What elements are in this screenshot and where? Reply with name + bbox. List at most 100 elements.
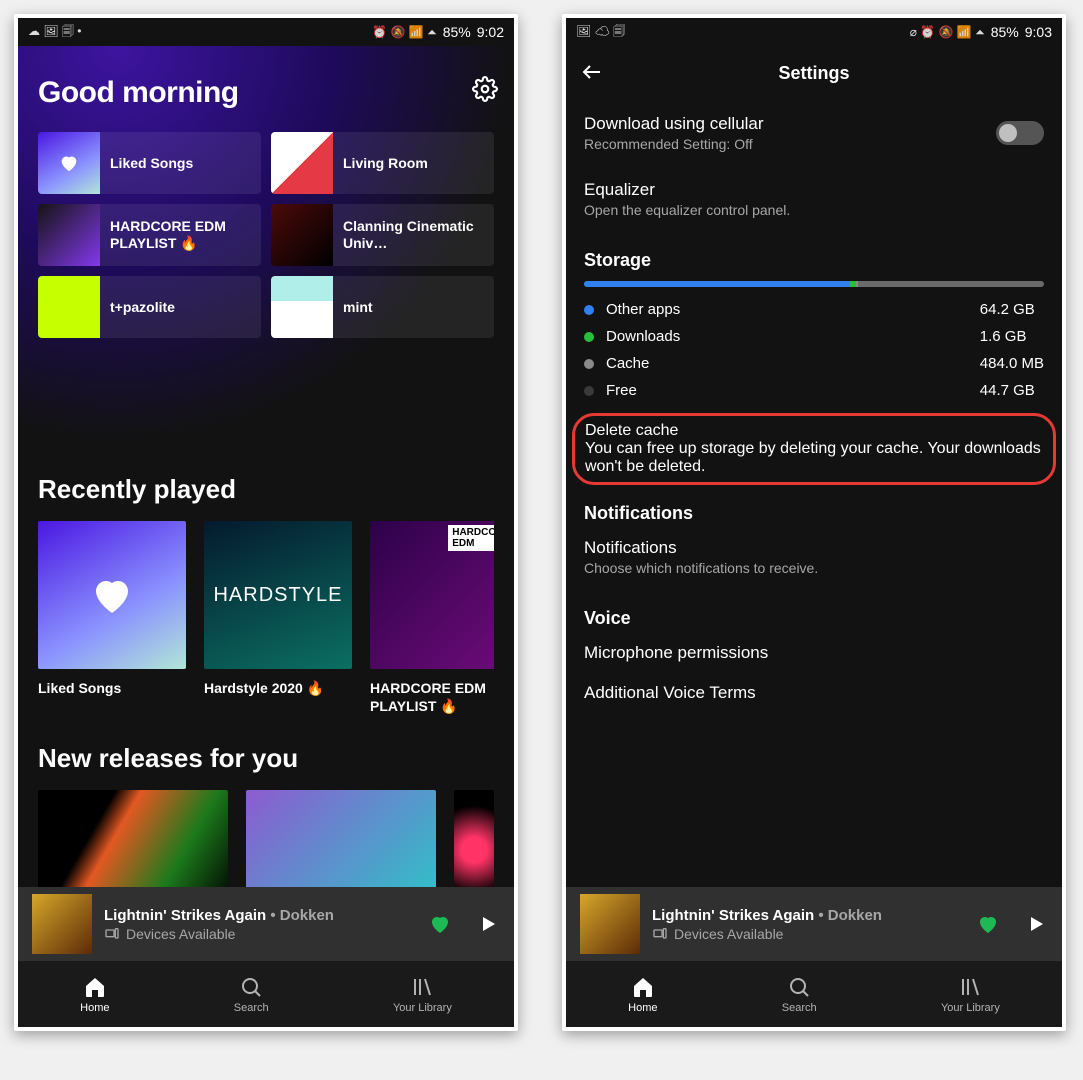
legend-value: 44.7 GB — [980, 382, 1044, 399]
devices-icon — [652, 926, 668, 942]
nav-library[interactable]: Your Library — [393, 975, 452, 1014]
settings-header: Settings — [566, 46, 1062, 100]
quick-item-tpazolite[interactable]: t+pazolite — [38, 276, 261, 338]
quick-item-label: Liked Songs — [100, 155, 203, 172]
library-icon — [410, 975, 434, 999]
like-button[interactable] — [428, 912, 452, 936]
quick-item-mint[interactable]: mint — [271, 276, 494, 338]
bottom-nav: Home Search Your Library — [566, 961, 1062, 1027]
setting-notifications[interactable]: Notifications Choose which notifications… — [584, 524, 1044, 590]
legend-dot — [584, 305, 594, 315]
screenshot-settings: 🖼 ☁ 🗐 ⌀ ⏰ 🔕 📶 ⏶ 85% 9:03 Settings Downlo… — [562, 14, 1066, 1031]
quick-item-living-room[interactable]: Living Room — [271, 132, 494, 194]
storage-heading: Storage — [584, 232, 1044, 271]
album-art — [38, 204, 100, 266]
legend-label: Downloads — [606, 328, 968, 345]
legend-label: Free — [606, 382, 968, 399]
track-name: Lightnin' Strikes Again — [104, 907, 266, 924]
nav-home[interactable]: Home — [80, 975, 109, 1014]
now-playing-art — [580, 894, 640, 954]
quick-item-hardcore-edm[interactable]: HARDCORE EDM PLAYLIST 🔥 — [38, 204, 261, 266]
devices-icon — [104, 926, 120, 942]
recent-card-hardcore-edm[interactable]: HARDCOREEDM HARDCORE EDM PLAYLIST 🔥 — [370, 521, 494, 715]
quick-item-label: mint — [333, 299, 383, 316]
devices-available[interactable]: Devices Available — [104, 926, 416, 942]
setting-subtitle: Open the equalizer control panel. — [584, 202, 1044, 218]
home-icon — [631, 975, 655, 999]
section-recently-played: Recently played — [38, 474, 494, 505]
storage-legend: Other apps 64.2 GB Downloads 1.6 GB Cach… — [584, 301, 1044, 399]
delete-cache-title: Delete cache — [585, 422, 1043, 440]
storage-seg-cache — [856, 281, 858, 287]
greeting-title: Good morning — [38, 76, 494, 110]
storage-bar — [584, 281, 1044, 287]
quick-item-clanning[interactable]: Clanning Cinematic Univ… — [271, 204, 494, 266]
status-time: 9:03 — [1025, 24, 1052, 40]
legend-value: 1.6 GB — [980, 328, 1044, 345]
section-new-releases: New releases for you — [38, 743, 494, 774]
status-right-icons: ⌀ ⏰ 🔕 📶 ⏶ — [910, 25, 985, 40]
nav-search[interactable]: Search — [782, 975, 817, 1014]
status-time: 9:02 — [477, 24, 504, 40]
album-art — [271, 132, 333, 194]
card-title: Hardstyle 2020 🔥 — [204, 679, 352, 697]
download-cellular-toggle[interactable] — [996, 121, 1044, 145]
now-playing-bar[interactable]: Lightnin' Strikes Again • Dokken Devices… — [18, 887, 514, 961]
delete-cache-highlighted[interactable]: Delete cache You can free up storage by … — [572, 413, 1056, 485]
album-art: HARDCOREEDM — [370, 521, 494, 669]
play-button[interactable] — [1024, 912, 1048, 936]
setting-microphone-permissions[interactable]: Microphone permissions — [584, 629, 1044, 677]
legend-dot — [584, 386, 594, 396]
setting-title: Additional Voice Terms — [584, 683, 1044, 703]
status-right-icons: ⏰ 🔕 📶 ⏶ — [372, 25, 436, 40]
setting-title: Notifications — [584, 538, 1044, 558]
setting-voice-terms[interactable]: Additional Voice Terms — [584, 677, 1044, 717]
nav-library[interactable]: Your Library — [941, 975, 1000, 1014]
storage-seg-other — [584, 281, 850, 287]
nav-home[interactable]: Home — [628, 975, 657, 1014]
quick-item-label: Living Room — [333, 155, 438, 172]
setting-subtitle: Recommended Setting: Off — [584, 136, 982, 152]
status-left-icons: ☁ 🖼 🗐 • — [28, 22, 81, 43]
legend-dot — [584, 359, 594, 369]
play-button[interactable] — [476, 912, 500, 936]
heart-icon — [88, 571, 136, 619]
search-icon — [787, 975, 811, 999]
setting-subtitle: Choose which notifications to receive. — [584, 560, 1044, 576]
album-art — [38, 132, 100, 194]
now-playing-art — [32, 894, 92, 954]
heart-icon — [58, 152, 80, 174]
delete-cache-subtitle: You can free up storage by deleting your… — [585, 440, 1043, 476]
setting-equalizer[interactable]: Equalizer Open the equalizer control pan… — [584, 166, 1044, 232]
album-art: HARDSTYLE — [204, 521, 352, 669]
album-art — [271, 204, 333, 266]
recent-card-hardstyle[interactable]: HARDSTYLE Hardstyle 2020 🔥 — [204, 521, 352, 715]
quick-item-label: Clanning Cinematic Univ… — [333, 218, 494, 252]
home-icon — [83, 975, 107, 999]
album-art — [38, 276, 100, 338]
now-playing-bar[interactable]: Lightnin' Strikes Again • Dokken Devices… — [566, 887, 1062, 961]
legend-label: Other apps — [606, 301, 968, 318]
voice-heading: Voice — [584, 590, 1044, 629]
track-artist: • Dokken — [814, 907, 882, 924]
recent-card-liked-songs[interactable]: Liked Songs — [38, 521, 186, 715]
card-title: Liked Songs — [38, 679, 186, 697]
library-icon — [958, 975, 982, 999]
setting-download-cellular[interactable]: Download using cellular Recommended Sett… — [584, 100, 1044, 166]
devices-available[interactable]: Devices Available — [652, 926, 964, 942]
status-bar: ☁ 🖼 🗐 • ⏰ 🔕 📶 ⏶ 85% 9:02 — [18, 18, 514, 46]
recently-played-row[interactable]: Liked Songs HARDSTYLE Hardstyle 2020 🔥 H… — [38, 521, 494, 715]
arrow-left-icon — [580, 60, 604, 84]
setting-title: Download using cellular — [584, 114, 982, 134]
notifications-heading: Notifications — [584, 485, 1044, 524]
quick-item-liked-songs[interactable]: Liked Songs — [38, 132, 261, 194]
page-title: Settings — [778, 63, 849, 84]
setting-title: Equalizer — [584, 180, 1044, 200]
legend-value: 484.0 MB — [980, 355, 1044, 372]
back-button[interactable] — [580, 60, 604, 84]
nav-search[interactable]: Search — [234, 975, 269, 1014]
screenshot-home: ☁ 🖼 🗐 • ⏰ 🔕 📶 ⏶ 85% 9:02 Good morning — [14, 14, 518, 1031]
settings-button[interactable] — [472, 76, 498, 107]
now-playing-title: Lightnin' Strikes Again • Dokken — [104, 907, 416, 924]
like-button[interactable] — [976, 912, 1000, 936]
